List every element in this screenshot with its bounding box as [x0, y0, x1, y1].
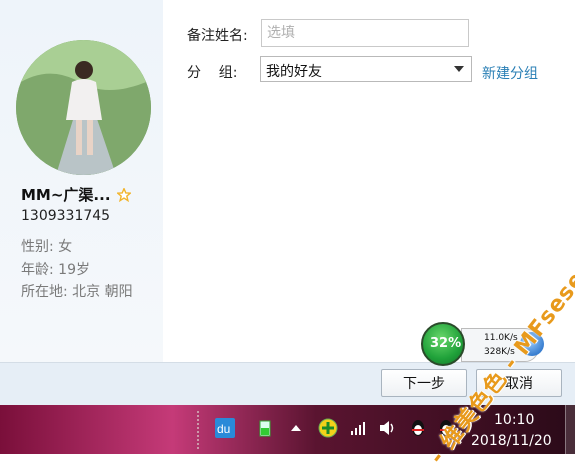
volume-icon[interactable]: [378, 418, 398, 438]
nickname: MM~广渠...: [21, 186, 111, 204]
network-signal-icon[interactable]: [348, 418, 368, 438]
clock-time[interactable]: 10:10: [494, 412, 534, 428]
memory-usage-circle: 32%: [421, 322, 465, 366]
group-select-value: 我的好友: [266, 64, 322, 80]
group-label: 分 组:: [187, 65, 238, 81]
clock-date[interactable]: 2018/11/20: [471, 433, 552, 449]
memory-percent: 32%: [430, 336, 462, 351]
baidu-du-icon[interactable]: du: [215, 418, 235, 438]
show-hidden-icons-icon[interactable]: [286, 418, 306, 438]
qq-number: 1309331745: [21, 208, 111, 224]
nickname-row: MM~广渠...: [21, 184, 131, 205]
plus-security-icon[interactable]: [318, 418, 338, 438]
age-info: 年龄: 19岁: [21, 262, 90, 278]
chevron-down-icon: [454, 66, 464, 72]
next-button[interactable]: 下一步: [381, 369, 467, 397]
qq-penguin-icon[interactable]: [408, 418, 428, 438]
location-info: 所在地: 北京 朝阳: [21, 284, 133, 300]
star-icon: [116, 187, 131, 202]
battery-icon[interactable]: [255, 418, 275, 438]
group-select[interactable]: 我的好友: [260, 56, 472, 82]
new-group-link[interactable]: 新建分组: [482, 63, 538, 83]
remark-input[interactable]: [261, 19, 469, 47]
remark-label: 备注姓名:: [187, 28, 248, 44]
gender-info: 性别: 女: [21, 239, 73, 255]
show-desktop-button[interactable]: [565, 405, 575, 454]
profile-panel: MM~广渠... 1309331745 性别: 女 年龄: 19岁 所在地: 北…: [0, 0, 163, 362]
avatar: [16, 40, 151, 175]
taskbar-grip[interactable]: [197, 411, 203, 449]
svg-text:du: du: [217, 422, 230, 436]
